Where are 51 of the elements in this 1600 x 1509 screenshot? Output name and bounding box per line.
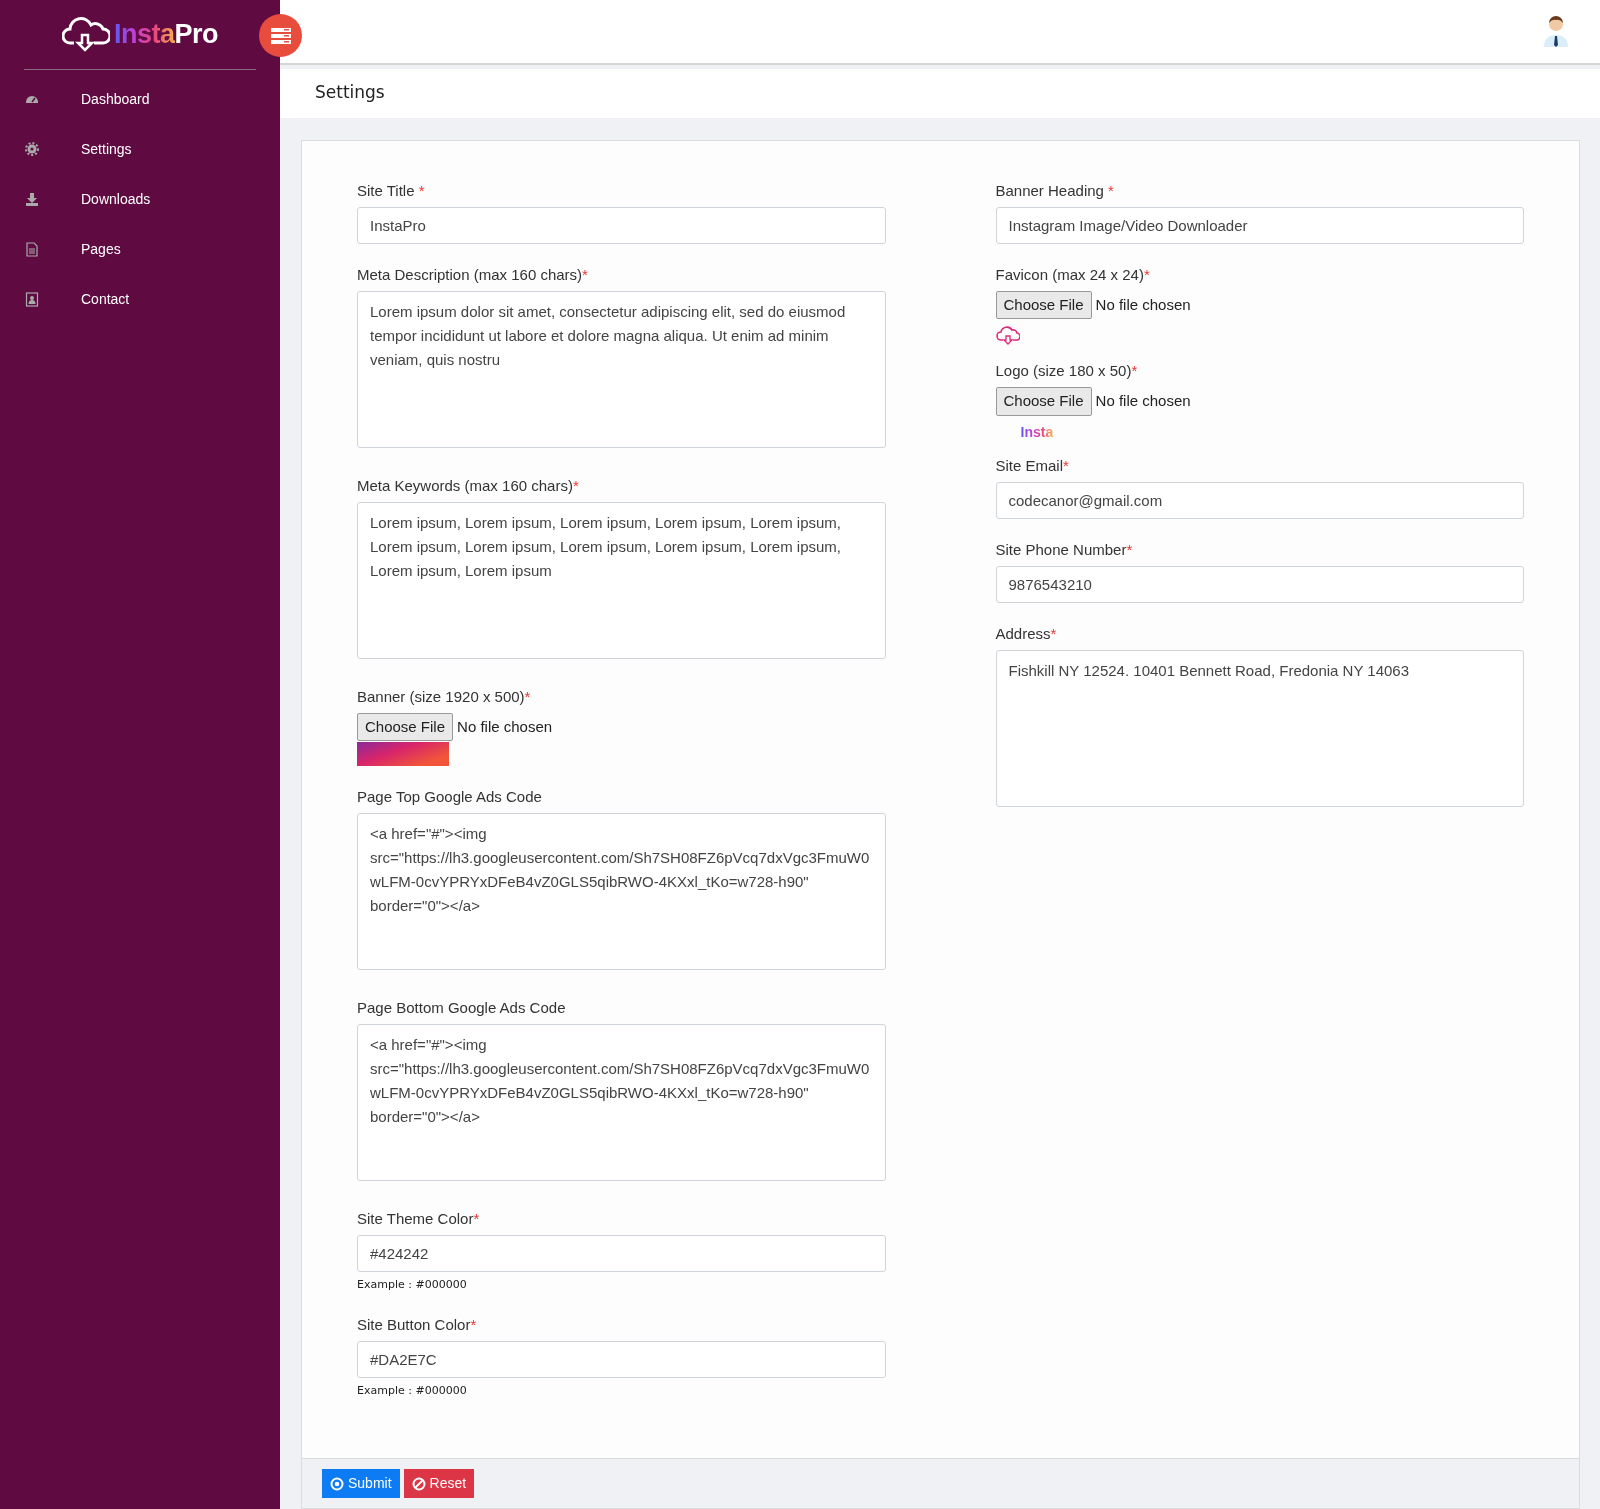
cloud-download-icon (61, 16, 110, 53)
field-label: Site Theme Color* (357, 1209, 481, 1229)
field-label: Site Title * (357, 180, 426, 201)
sidebar-item[interactable]: Settings (0, 124, 280, 174)
field-label: Banner Heading * (995, 180, 1115, 201)
reset-button[interactable]: Reset (403, 1469, 475, 1498)
page-title: Settings (315, 81, 385, 105)
sidebar-item[interactable]: Dashboard (0, 74, 280, 124)
cloud-download-icon (995, 326, 1020, 345)
text-area[interactable]: Lorem ipsum dolor sit amet, consectetur adipiscing elit, sed do eiusmod tempor incididunt ut labore et dolore magna aliqua. Ut enim ad minim veniam, quis nostru (357, 290, 886, 448)
file-status: No file chosen (457, 716, 553, 737)
input-field[interactable]: #DA2E7C (357, 1340, 886, 1378)
avatar-icon[interactable] (1542, 15, 1570, 48)
menu-icon (270, 27, 291, 44)
document-icon (25, 241, 39, 257)
file-status: No file chosen (1095, 294, 1191, 315)
field-label: Banner (size 1920 x 500)* (357, 686, 532, 707)
contact-card-icon (25, 291, 39, 307)
download-icon (25, 191, 39, 207)
input-field[interactable]: codecanor@gmail.com (995, 481, 1524, 519)
text-area[interactable]: Fishkill NY 12524. 10401 Bennett Road, Fredonia NY 14063 (995, 649, 1524, 807)
choose-file-button[interactable]: Choose File (995, 290, 1092, 319)
field-label: Site Email* (995, 455, 1070, 476)
input-field[interactable]: #424242 (357, 1235, 886, 1272)
sidebar-item[interactable]: Downloads (0, 174, 280, 224)
field-label: Meta Description (max 160 chars)* (357, 264, 589, 285)
field-label: Favicon (max 24 x 24)* (995, 264, 1151, 285)
sidebar-item[interactable]: Contact (0, 274, 280, 324)
ban-icon (411, 1476, 426, 1491)
file-status: No file chosen (1095, 391, 1191, 411)
choose-file-button[interactable]: Choose File (995, 387, 1092, 416)
field-label: Logo (size 180 x 50)* (995, 361, 1139, 381)
settings-icon (25, 141, 39, 157)
text-area[interactable]: <a href="#"><img src="https://lh3.googleusercontent.com/Sh7SH08FZ6pVcq7dxVgc3FmuW0wLFM-0cvYPRYxDFeB4vZ0GLS5qibRWO-4KXxl_tKo=w728-h90" border="0"></a> (357, 1024, 886, 1181)
choose-file-button[interactable]: Choose File (357, 712, 454, 741)
field-label: Site Button Color* (357, 1314, 478, 1335)
sidebar-item[interactable]: Pages (0, 224, 280, 274)
field-label: Page Bottom Google Ads Code (357, 998, 567, 1018)
text-area[interactable]: Lorem ipsum, Lorem ipsum, Lorem ipsum, Lorem ipsum, Lorem ipsum, Lorem ipsum, Lorem ipsum, Lorem ipsum, Lorem ipsum, Lorem ipsum, Lorem ipsum, Lorem ipsum (357, 501, 886, 659)
target-icon (330, 1476, 344, 1491)
input-field[interactable]: InstaPro (357, 206, 886, 244)
field-label: Page Top Google Ads Code (357, 787, 543, 807)
hint-text: Example : #000000 (357, 1277, 468, 1293)
text-area[interactable]: <a href="#"><img src="https://lh3.googleusercontent.com/Sh7SH08FZ6pVcq7dxVgc3FmuW0wLFM-0cvYPRYxDFeB4vZ0GLS5qibRWO-4KXxl_tKo=w728-h90" border="0"></a> (357, 813, 886, 970)
input-field[interactable]: 9876543210 (995, 565, 1524, 603)
field-label: Meta Keywords (max 160 chars)* (357, 475, 580, 496)
input-field[interactable]: Instagram Image/Video Downloader (995, 206, 1524, 244)
submit-button[interactable]: Submit (322, 1469, 400, 1498)
hint-text: Example : #000000 (357, 1382, 468, 1399)
field-label: Site Phone Number* (995, 539, 1134, 560)
field-label: Address* (995, 623, 1058, 644)
